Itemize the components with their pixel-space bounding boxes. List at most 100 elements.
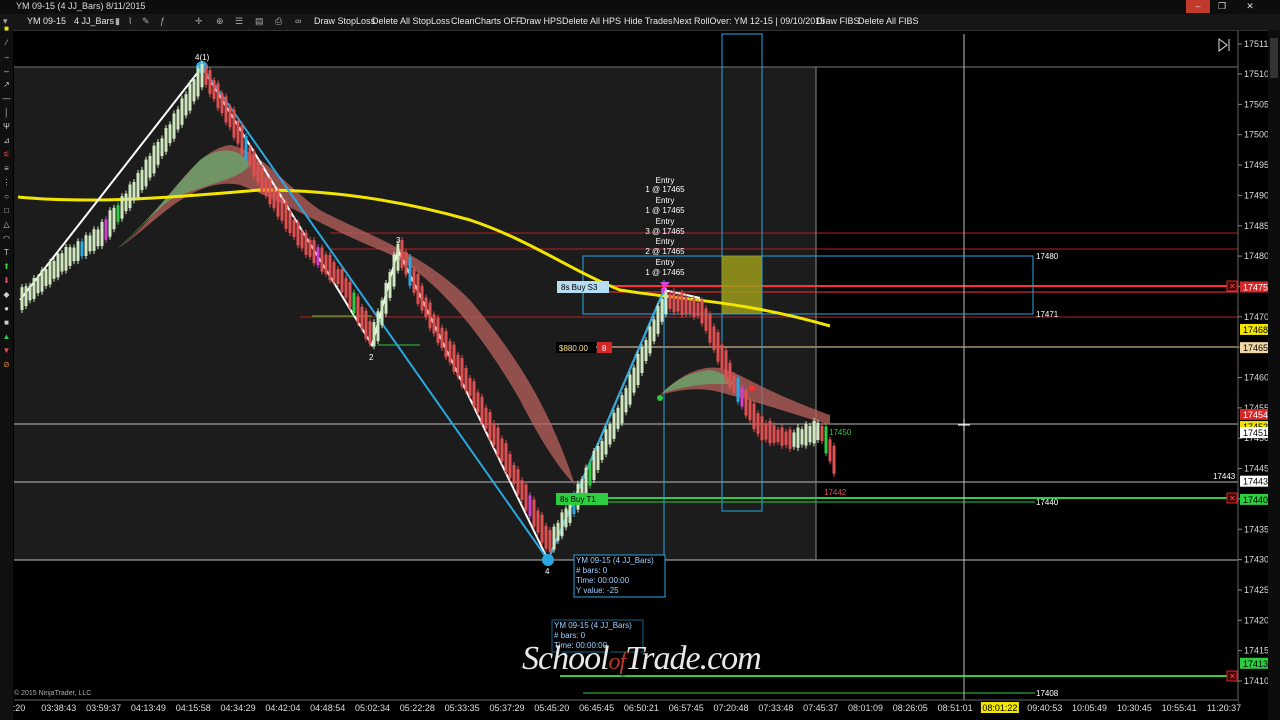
candle-body bbox=[360, 306, 364, 329]
rectangle-icon[interactable]: □ bbox=[1, 206, 12, 216]
data-box-2-title: YM 09-15 (4 JJ_Bars) bbox=[554, 621, 632, 630]
instrument-selector[interactable]: YM 09-15 bbox=[27, 16, 66, 26]
arc-icon[interactable]: ◠ bbox=[1, 234, 12, 244]
candle-body bbox=[340, 269, 344, 293]
price-chart[interactable]: 4(1) 3 2 4 Entry 1 @ 17465 Entry 1 @ 174… bbox=[0, 0, 1280, 720]
bar-type-selector[interactable]: 4 JJ_Bars bbox=[74, 16, 114, 26]
time-tick-label: 10:55:41 bbox=[1162, 703, 1197, 713]
candle-body bbox=[676, 295, 680, 312]
close-window-button[interactable]: ✕ bbox=[1238, 0, 1262, 13]
candle-body bbox=[400, 240, 404, 268]
minimize-button[interactable]: – bbox=[1186, 0, 1210, 13]
candle-body bbox=[800, 429, 804, 445]
triangle-up-icon[interactable]: ▲ bbox=[1, 332, 12, 342]
time-tick-label: 10:05:49 bbox=[1072, 703, 1107, 713]
delete-drawings-icon[interactable]: ⊘ bbox=[1, 360, 12, 370]
entry-qty-label: 1 @ 17465 bbox=[645, 185, 685, 194]
candle-body bbox=[68, 247, 72, 266]
candle-body bbox=[332, 262, 336, 282]
delete-all-hps-button[interactable]: Delete All HPS bbox=[562, 16, 621, 26]
candle-body bbox=[172, 113, 176, 139]
draw-fibs-button[interactable]: Draw FIBS bbox=[816, 16, 860, 26]
fib-ext-icon[interactable]: ⋮ bbox=[1, 178, 12, 188]
candle-body bbox=[764, 423, 768, 440]
candle-body bbox=[52, 260, 56, 279]
arrow-line-icon[interactable]: ↗ bbox=[1, 80, 12, 90]
scrollbar-thumb[interactable] bbox=[1270, 38, 1278, 78]
candle-body bbox=[612, 412, 616, 439]
candle-body bbox=[512, 465, 516, 484]
chart-style-icon[interactable]: ⌇ bbox=[128, 16, 132, 27]
candle-body bbox=[92, 229, 96, 251]
indicators-icon[interactable]: ƒ bbox=[160, 16, 165, 26]
crosshair-tool-icon[interactable]: ✛ bbox=[195, 16, 203, 27]
pitchfork-icon[interactable]: Ψ bbox=[1, 122, 12, 132]
horizontal-line-icon[interactable]: — bbox=[1, 94, 12, 104]
square-icon[interactable]: ■ bbox=[1, 318, 12, 328]
bar-style-icon[interactable]: ▮ bbox=[115, 16, 120, 27]
ellipse-icon[interactable]: ○ bbox=[1, 192, 12, 202]
cleancharts-toggle[interactable]: CleanCharts OFF bbox=[451, 16, 522, 26]
maximize-button[interactable]: ❐ bbox=[1210, 0, 1234, 13]
candle-body bbox=[756, 413, 760, 434]
arrow-up-icon[interactable]: ⬆ bbox=[1, 262, 12, 272]
hide-trades-button[interactable]: Hide Trades bbox=[624, 16, 673, 26]
delete-all-fibs-button[interactable]: Delete All FIBS bbox=[858, 16, 919, 26]
highlight-icon[interactable]: ■ bbox=[1, 24, 12, 34]
triangle-icon[interactable]: △ bbox=[1, 220, 12, 230]
gann-fan-icon[interactable]: ⚟ bbox=[1, 150, 12, 160]
link-icon[interactable]: ∞ bbox=[295, 16, 301, 26]
fib-retrace-icon[interactable]: ≡ bbox=[1, 164, 12, 174]
window-titlebar[interactable]: YM 09-15 (4 JJ_Bars) 8/11/2015 – ❐ ✕ bbox=[0, 0, 1280, 14]
draw-stoploss-button[interactable]: Draw StopLoss bbox=[314, 16, 375, 26]
time-tick-label: 07:45:37 bbox=[803, 703, 838, 713]
candle-body bbox=[832, 445, 836, 474]
vertical-line-icon[interactable]: │ bbox=[1, 108, 12, 118]
data-box-2-row: # bars: 0 bbox=[554, 631, 586, 640]
regression-icon[interactable]: ⊿ bbox=[1, 136, 12, 146]
zoom-icon[interactable]: ⊕ bbox=[216, 16, 224, 27]
candle-body bbox=[220, 93, 224, 114]
extended-line-icon[interactable]: ↔ bbox=[1, 66, 12, 76]
template-icon[interactable]: ▤ bbox=[255, 16, 264, 27]
candle-body bbox=[600, 441, 604, 460]
swing-low-marker[interactable] bbox=[542, 554, 554, 566]
vertical-scrollbar[interactable] bbox=[1268, 30, 1280, 720]
candle-body bbox=[216, 83, 220, 109]
triangle-down-icon[interactable]: ▼ bbox=[1, 346, 12, 356]
candle-body bbox=[700, 300, 704, 324]
candle-body bbox=[804, 424, 808, 446]
price-badge-label: 17454 bbox=[1243, 410, 1268, 420]
arrow-down-icon[interactable]: ⬇ bbox=[1, 276, 12, 286]
candle-body bbox=[188, 83, 192, 111]
candle-body bbox=[540, 514, 544, 543]
text-tool-icon[interactable]: T bbox=[1, 248, 12, 258]
entry-label: Entry bbox=[656, 258, 675, 267]
draw-hps-button[interactable]: Draw HPS bbox=[520, 16, 562, 26]
ray-tool-icon[interactable]: → bbox=[1, 52, 12, 62]
candle-body bbox=[108, 210, 112, 237]
candle-body bbox=[472, 381, 476, 407]
candle-body bbox=[424, 297, 428, 318]
swing-label-low: 4 bbox=[545, 567, 550, 576]
price-tick-label: 17510 bbox=[1244, 69, 1269, 79]
candle-body bbox=[440, 327, 444, 348]
pencil-icon[interactable]: ✎ bbox=[142, 16, 150, 27]
line-tool-icon[interactable]: ∕ bbox=[1, 38, 12, 48]
candle-body bbox=[544, 525, 548, 549]
time-tick-label: 10:30:45 bbox=[1117, 703, 1152, 713]
dot-icon[interactable]: ● bbox=[1, 304, 12, 314]
candle-body bbox=[780, 427, 784, 446]
time-tick-label: 04:15:58 bbox=[176, 703, 211, 713]
candle-body bbox=[724, 350, 728, 381]
properties-icon[interactable]: ☰ bbox=[235, 16, 243, 27]
snapshot-icon[interactable]: ⎙ bbox=[275, 16, 282, 27]
entry-label: Entry bbox=[656, 176, 675, 185]
pnl-label: $880.00 bbox=[559, 344, 588, 353]
candle-body bbox=[268, 179, 272, 205]
candle-body bbox=[180, 98, 184, 125]
candle-body bbox=[308, 239, 312, 257]
delete-all-stoploss-button[interactable]: Delete All StopLoss bbox=[372, 16, 450, 26]
diamond-icon[interactable]: ◆ bbox=[1, 290, 12, 300]
candle-body bbox=[420, 285, 424, 311]
